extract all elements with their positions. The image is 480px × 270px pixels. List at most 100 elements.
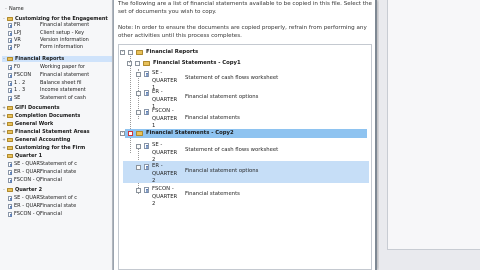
tree-row-financial-reports[interactable]: - Financial Reports [119, 49, 371, 57]
expand-icon[interactable]: + [2, 138, 6, 142]
tree-document-row[interactable]: SE - QUARTER 1Statement of c [8, 161, 112, 167]
tree-row-copy1[interactable]: - Financial Statements - Copy1 [119, 60, 371, 68]
document-icon [144, 164, 149, 170]
select-checkbox[interactable] [136, 165, 141, 170]
tree-document-row[interactable]: ER - QUARTER 2Financial state [8, 203, 112, 209]
folder-label: Financial Statements - Copy2 [146, 130, 234, 136]
intro-text-line2: set of documents you wish to copy. [118, 9, 217, 15]
document-code: 1 . 3 [14, 87, 26, 93]
tree-folder-row[interactable]: + Completion Documents [2, 113, 112, 119]
tree-document-row[interactable]: F0 Working paper for [8, 64, 112, 70]
expand-icon[interactable]: + [2, 146, 6, 150]
document-description: Financial [40, 211, 62, 217]
document-description: Statement of cash flows worksheet [185, 147, 279, 153]
document-icon [8, 87, 12, 93]
select-checkbox-focused[interactable] [128, 131, 133, 136]
document-description: Financial statement [40, 22, 90, 28]
tree-document-row[interactable]: FSCON Financial statement [8, 72, 112, 78]
tree-row-document[interactable]: SE - QUARTER 2 Statement of cash flows w… [119, 142, 371, 163]
expand-icon[interactable]: + [2, 114, 6, 118]
document-code: ER - QUARTER 1 [14, 169, 40, 175]
document-code: SE - QUARTER 1 [14, 161, 40, 167]
tree-document-row[interactable]: VR Version information [8, 37, 112, 43]
document-icon [8, 195, 12, 201]
folder-label: Customizing for the Firm [15, 145, 86, 151]
tree-document-row[interactable]: SE - QUARTER 2Statement of c [8, 195, 112, 201]
document-description: Statement of c [40, 161, 78, 167]
select-checkbox[interactable] [136, 91, 141, 96]
tree-folder-row[interactable]: - Financial Reports [2, 56, 112, 62]
tree-document-row[interactable]: FR Financial statement [8, 22, 112, 28]
expand-icon[interactable]: + [2, 106, 6, 110]
tree-folder-row[interactable]: + Financial Statement Areas [2, 129, 112, 135]
collapse-icon[interactable]: - [2, 188, 6, 192]
document-code: F0 [14, 64, 21, 70]
tree-folder-row[interactable]: + General Work [2, 121, 112, 127]
folder-label: GIFI Documents [15, 105, 60, 111]
tree-document-row[interactable]: ER - QUARTER 1Financial state [8, 169, 112, 175]
expand-icon[interactable]: + [2, 130, 6, 134]
tree-folder-row[interactable]: + GIFI Documents [2, 105, 112, 111]
tree-folder-row[interactable]: + General Accounting [2, 137, 112, 143]
document-code: 1 . 2 [14, 80, 26, 86]
folder-label: Financial Reports [15, 56, 65, 62]
tree-folder-row[interactable]: - Quarter 1 [2, 153, 112, 159]
folder-label: Financial Statement Areas [15, 129, 90, 135]
expand-icon[interactable]: + [2, 122, 6, 126]
note-text-line2: other activities until this process comp… [118, 33, 242, 39]
tree-document-row[interactable]: 1 . 3 Income statement [8, 87, 112, 93]
tree-document-row[interactable]: FSCON - QUARTER 1Financial [8, 177, 112, 183]
document-icon [144, 90, 149, 96]
collapse-icon[interactable]: - [2, 17, 6, 21]
statement-set-tree[interactable]: - Financial Reports - Financial Statemen… [118, 44, 372, 270]
dialog-instructions: The following are a list of financial st… [118, 0, 374, 40]
tree-row-document[interactable]: FSCON - QUARTER 2 Financial statements [119, 186, 371, 207]
tree-row-document[interactable]: ER - QUARTER 1 Financial statement optio… [119, 89, 371, 110]
document-code: SE - QUARTER 2 [14, 195, 40, 201]
tree-document-row[interactable]: FSCON - QUARTER 2Financial [8, 211, 112, 217]
document-icon [8, 80, 12, 86]
tree-document-row[interactable]: LPJ Client setup - Key [8, 30, 112, 36]
document-description: Version information [40, 37, 89, 43]
document-code: FSCON - QUARTER 2 [152, 186, 178, 207]
select-checkbox[interactable] [136, 72, 141, 77]
document-code: FP [14, 44, 20, 50]
tree-document-row[interactable]: 1 . 2 Balance sheet fil [8, 80, 112, 86]
background-panel [387, 0, 480, 250]
tree-row-document[interactable]: SE - QUARTER 1 Statement of cash flows w… [119, 70, 371, 91]
collapse-icon[interactable]: - [2, 57, 6, 61]
collapse-toggle-icon[interactable]: - [120, 131, 125, 136]
document-description: Client setup - Key [40, 30, 85, 36]
select-checkbox[interactable] [136, 188, 141, 193]
tree-document-row[interactable]: SE Statement of cash [8, 95, 112, 101]
copy-financial-statements-dialog: The following are a list of financial st… [113, 0, 377, 270]
document-icon [8, 161, 12, 167]
folder-label: Quarter 1 [15, 153, 43, 159]
collapse-toggle-icon[interactable]: - [127, 61, 132, 66]
select-checkbox[interactable] [136, 144, 141, 149]
document-code: SE [14, 95, 21, 101]
tree-row-copy2[interactable]: - Financial Statements - Copy2 [119, 129, 371, 138]
document-code: VR [14, 37, 21, 43]
tree-row-document-selected[interactable]: ER - QUARTER 2 Financial statement optio… [119, 161, 371, 184]
tree-folder-row[interactable]: + Customizing for the Firm [2, 145, 112, 151]
folder-icon [7, 122, 13, 126]
collapse-icon[interactable]: - [2, 154, 6, 158]
collapse-toggle-icon[interactable]: - [120, 50, 125, 55]
collapse-icon[interactable]: - [4, 7, 8, 11]
document-description: Financial statement options [185, 168, 259, 174]
note-text-line1: Note: In order to ensure the documents a… [118, 25, 367, 31]
folder-icon [136, 50, 143, 55]
folder-icon [7, 57, 13, 61]
tree-folder-row[interactable]: - Quarter 2 [2, 187, 112, 193]
document-description: Financial statements [185, 191, 240, 197]
tree-document-row[interactable]: FP Form information [8, 44, 112, 50]
select-checkbox[interactable] [128, 50, 133, 55]
folder-label: Financial Reports [146, 49, 199, 55]
select-checkbox[interactable] [135, 61, 140, 66]
document-tree-pane[interactable]: - Name - Customizing for the Engagement FR… [0, 0, 113, 270]
document-description: Balance sheet fil [40, 80, 82, 86]
tree-row-document[interactable]: FSCON - QUARTER 1 Financial statements [119, 108, 371, 129]
background-window [379, 0, 480, 270]
select-checkbox[interactable] [136, 110, 141, 115]
